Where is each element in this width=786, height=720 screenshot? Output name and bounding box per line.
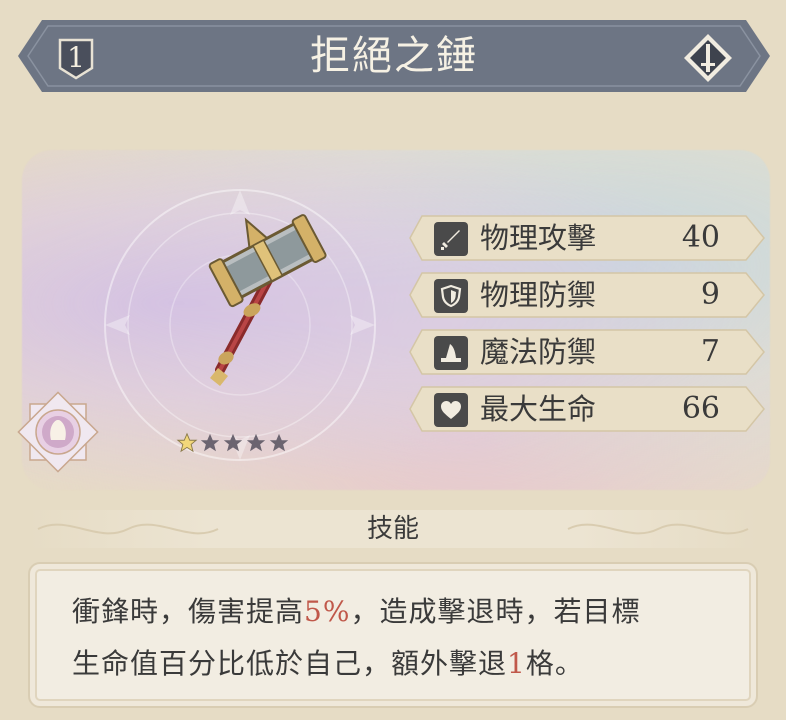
stat-label: 物理防禦 <box>480 278 597 312</box>
stat-row-max-hp: 最大生命 66 <box>408 385 768 433</box>
stat-row-physical-defense: 物理防禦 9 <box>408 271 768 319</box>
skill-highlight-value: 5% <box>304 595 351 628</box>
skill-line-1: 衝鋒時，傷害提高5%，造成擊退時，若目標 <box>72 586 722 638</box>
star-empty-icon <box>246 433 266 452</box>
stat-value: 66 <box>681 391 720 426</box>
stat-value: 7 <box>700 334 720 369</box>
skill-text-segment: 格。 <box>525 647 584 680</box>
stat-label: 魔法防禦 <box>480 335 597 369</box>
hammer-artwork <box>208 214 327 386</box>
stat-label: 最大生命 <box>480 392 597 426</box>
skill-text-segment: 生命值百分比低於自己，額外擊退 <box>72 647 508 680</box>
stat-row-magic-defense: 魔法防禦 7 <box>408 328 768 376</box>
star-empty-icon <box>269 433 289 452</box>
skill-section-header: 技能 <box>28 506 758 552</box>
element-crest-icon <box>17 391 99 473</box>
skill-description-box: 衝鋒時，傷害提高5%，造成擊退時，若目標 生命值百分比低於自己，額外擊退1格。 <box>28 562 758 708</box>
skill-text-segment: 衝鋒時，傷害提高 <box>72 595 305 628</box>
star-empty-icon <box>200 433 220 452</box>
skill-line-2: 生命值百分比低於自己，額外擊退1格。 <box>72 638 722 690</box>
skill-title: 技能 <box>366 514 419 544</box>
stat-label: 物理攻擊 <box>480 221 597 255</box>
star-empty-icon <box>223 433 243 452</box>
sword-icon <box>682 32 734 84</box>
skill-text-segment: ，造成擊退時，若目標 <box>350 595 641 628</box>
stat-value: 40 <box>681 220 720 255</box>
shield-icon <box>434 279 468 313</box>
skill-description: 衝鋒時，傷害提高5%，造成擊退時，若目標 生命值百分比低於自己，額外擊退1格。 <box>72 586 722 690</box>
witch-hat-icon <box>434 336 468 370</box>
heart-icon <box>434 393 468 427</box>
stat-value: 9 <box>700 277 720 312</box>
rarity-stars <box>176 432 290 454</box>
weapon-name: 拒絕之錘 <box>310 33 478 79</box>
stats-panel: 物理攻擊 40 物理防禦 9 魔法防禦 7 最大生命 66 <box>408 214 768 442</box>
star-filled-icon <box>176 432 198 453</box>
item-header-banner: 1 拒絕之錘 <box>14 14 774 98</box>
skill-highlight-value: 1 <box>507 647 526 680</box>
sword-icon <box>434 222 468 256</box>
stat-row-physical-attack: 物理攻擊 40 <box>408 214 768 262</box>
